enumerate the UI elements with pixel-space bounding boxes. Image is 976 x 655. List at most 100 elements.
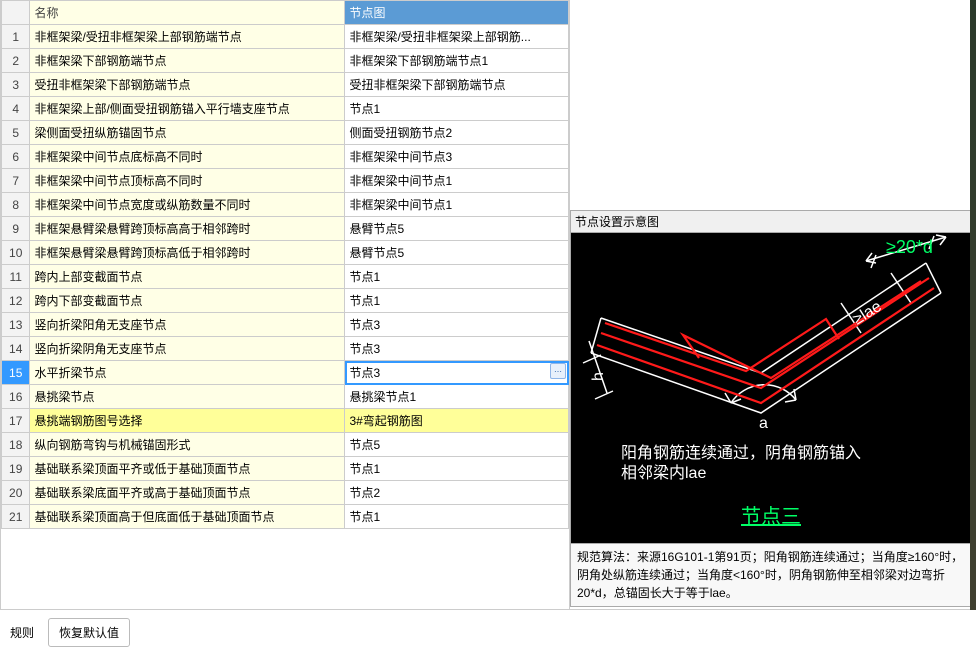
row-node-text: 节点1: [349, 510, 380, 524]
row-node-value[interactable]: 悬臂节点5: [345, 241, 569, 265]
row-name: 水平折梁节点: [30, 361, 345, 385]
table-row[interactable]: 20基础联系梁底面平齐或高于基础顶面节点节点2: [2, 481, 569, 505]
row-number: 6: [2, 145, 30, 169]
row-name: 梁侧面受扭纵筋锚固节点: [30, 121, 345, 145]
row-name: 悬挑端钢筋图号选择: [30, 409, 345, 433]
row-name: 基础联系梁顶面高于但底面低于基础顶面节点: [30, 505, 345, 529]
annot-a: a: [759, 415, 768, 432]
table-row[interactable]: 18纵向钢筋弯钩与机械锚固形式节点5: [2, 433, 569, 457]
row-number: 13: [2, 313, 30, 337]
row-name: 非框架梁中间节点底标高不同时: [30, 145, 345, 169]
row-number: 14: [2, 337, 30, 361]
restore-default-button[interactable]: 恢复默认值: [48, 618, 130, 647]
table-row[interactable]: 12跨内下部变截面节点节点1: [2, 289, 569, 313]
row-node-value[interactable]: 非框架梁中间节点1: [345, 169, 569, 193]
settings-table: 名称 节点图 1非框架梁/受扭非框架梁上部钢筋端节点非框架梁/受扭非框架梁上部钢…: [1, 0, 569, 529]
settings-table-panel: 名称 节点图 1非框架梁/受扭非框架梁上部钢筋端节点非框架梁/受扭非框架梁上部钢…: [0, 0, 570, 609]
table-row[interactable]: 15水平折梁节点节点3 ⋯: [2, 361, 569, 385]
row-node-text: 节点3: [349, 342, 380, 356]
table-row[interactable]: 5梁侧面受扭纵筋锚固节点侧面受扭钢筋节点2: [2, 121, 569, 145]
window-edge: [970, 0, 976, 610]
table-row[interactable]: 11跨内上部变截面节点节点1: [2, 265, 569, 289]
table-row[interactable]: 1非框架梁/受扭非框架梁上部钢筋端节点非框架梁/受扭非框架梁上部钢筋...: [2, 25, 569, 49]
col-header-num: [2, 1, 30, 25]
row-node-value[interactable]: 非框架梁中间节点1: [345, 193, 569, 217]
table-row[interactable]: 17悬挑端钢筋图号选择3#弯起钢筋图: [2, 409, 569, 433]
row-name: 非框架悬臂梁悬臂跨顶标高高于相邻跨时: [30, 217, 345, 241]
table-row[interactable]: 19基础联系梁顶面平齐或低于基础顶面节点节点1: [2, 457, 569, 481]
row-number: 19: [2, 457, 30, 481]
row-name: 基础联系梁顶面平齐或低于基础顶面节点: [30, 457, 345, 481]
row-node-value[interactable]: 3#弯起钢筋图: [345, 409, 569, 433]
row-node-value[interactable]: 节点1: [345, 289, 569, 313]
table-row[interactable]: 8非框架梁中间节点宽度或纵筋数量不同时非框架梁中间节点1: [2, 193, 569, 217]
diagram-desc-2: 相邻梁内lae: [621, 464, 706, 482]
row-node-text: 非框架梁中间节点1: [349, 198, 452, 212]
col-header-name: 名称: [30, 1, 345, 25]
table-row[interactable]: 14竖向折梁阴角无支座节点节点3: [2, 337, 569, 361]
row-number: 20: [2, 481, 30, 505]
table-row[interactable]: 21基础联系梁顶面高于但底面低于基础顶面节点节点1: [2, 505, 569, 529]
row-node-text: 侧面受扭钢筋节点2: [349, 126, 452, 140]
row-name: 跨内上部变截面节点: [30, 265, 345, 289]
row-number: 16: [2, 385, 30, 409]
row-node-value[interactable]: 节点3 ⋯: [345, 361, 569, 385]
row-node-value[interactable]: 节点1: [345, 265, 569, 289]
row-name: 纵向钢筋弯钩与机械锚固形式: [30, 433, 345, 457]
table-row[interactable]: 13竖向折梁阳角无支座节点节点3: [2, 313, 569, 337]
bottom-toolbar: 规则 恢复默认值: [0, 610, 976, 655]
row-node-value[interactable]: 受扭非框架梁下部钢筋端节点: [345, 73, 569, 97]
row-node-text: 节点3: [349, 318, 380, 332]
rule-button[interactable]: 规则: [4, 619, 40, 646]
row-node-value[interactable]: 非框架梁/受扭非框架梁上部钢筋...: [345, 25, 569, 49]
row-number: 17: [2, 409, 30, 433]
node-diagram: ≥20*d ≥lae a h 阳角钢筋连续通过，阴角钢筋锚入 相邻梁内lae 节…: [571, 233, 971, 543]
row-node-text: 节点3: [349, 366, 380, 380]
row-node-value[interactable]: 节点2: [345, 481, 569, 505]
row-node-text: 非框架梁下部钢筋端节点1: [349, 54, 488, 68]
preview-panel: 节点设置示意图: [570, 0, 976, 609]
row-node-value[interactable]: 节点1: [345, 97, 569, 121]
table-row[interactable]: 4非框架梁上部/侧面受扭钢筋锚入平行墙支座节点节点1: [2, 97, 569, 121]
row-node-text: 悬臂节点5: [349, 222, 404, 236]
row-name: 基础联系梁底面平齐或高于基础顶面节点: [30, 481, 345, 505]
row-node-value[interactable]: 节点5: [345, 433, 569, 457]
row-number: 9: [2, 217, 30, 241]
table-row[interactable]: 3受扭非框架梁下部钢筋端节点受扭非框架梁下部钢筋端节点: [2, 73, 569, 97]
row-number: 7: [2, 169, 30, 193]
row-node-text: 节点1: [349, 102, 380, 116]
row-node-value[interactable]: 侧面受扭钢筋节点2: [345, 121, 569, 145]
table-row[interactable]: 10非框架悬臂梁悬臂跨顶标高低于相邻跨时悬臂节点5: [2, 241, 569, 265]
table-row[interactable]: 9非框架悬臂梁悬臂跨顶标高高于相邻跨时悬臂节点5: [2, 217, 569, 241]
row-name: 非框架梁上部/侧面受扭钢筋锚入平行墙支座节点: [30, 97, 345, 121]
row-name: 非框架梁/受扭非框架梁上部钢筋端节点: [30, 25, 345, 49]
row-node-text: 节点1: [349, 270, 380, 284]
row-number: 8: [2, 193, 30, 217]
col-header-node[interactable]: 节点图: [345, 1, 569, 25]
row-node-text: 非框架梁中间节点1: [349, 174, 452, 188]
row-name: 非框架梁中间节点顶标高不同时: [30, 169, 345, 193]
row-node-value[interactable]: 节点1: [345, 505, 569, 529]
row-node-value[interactable]: 节点1: [345, 457, 569, 481]
preview-title: 节点设置示意图: [571, 211, 971, 233]
row-node-text: 非框架梁中间节点3: [349, 150, 452, 164]
row-number: 21: [2, 505, 30, 529]
row-number: 4: [2, 97, 30, 121]
dropdown-icon[interactable]: ⋯: [550, 363, 566, 379]
annot-h: h: [590, 372, 607, 381]
row-name: 非框架梁中间节点宽度或纵筋数量不同时: [30, 193, 345, 217]
row-name: 非框架悬臂梁悬臂跨顶标高低于相邻跨时: [30, 241, 345, 265]
row-node-value[interactable]: 节点3: [345, 337, 569, 361]
row-node-text: 悬臂节点5: [349, 246, 404, 260]
row-node-value[interactable]: 节点3: [345, 313, 569, 337]
row-node-value[interactable]: 非框架梁中间节点3: [345, 145, 569, 169]
row-node-value[interactable]: 悬臂节点5: [345, 217, 569, 241]
table-row[interactable]: 2非框架梁下部钢筋端节点非框架梁下部钢筋端节点1: [2, 49, 569, 73]
row-number: 12: [2, 289, 30, 313]
table-row[interactable]: 6非框架梁中间节点底标高不同时非框架梁中间节点3: [2, 145, 569, 169]
row-number: 15: [2, 361, 30, 385]
table-row[interactable]: 16悬挑梁节点悬挑梁节点1: [2, 385, 569, 409]
row-node-value[interactable]: 悬挑梁节点1: [345, 385, 569, 409]
table-row[interactable]: 7非框架梁中间节点顶标高不同时非框架梁中间节点1: [2, 169, 569, 193]
row-node-value[interactable]: 非框架梁下部钢筋端节点1: [345, 49, 569, 73]
